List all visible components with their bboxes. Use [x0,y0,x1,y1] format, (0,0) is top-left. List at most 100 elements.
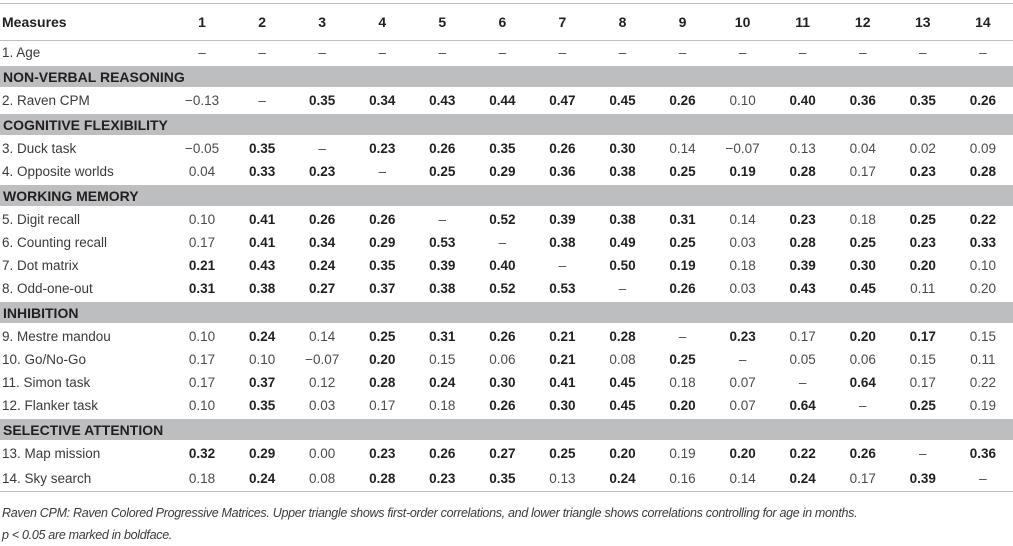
correlation-cell: – [558,45,567,60]
correlation-cell: – [318,45,326,60]
correlation-cell: 0.25 [669,352,696,367]
correlation-cell: 0.38 [549,235,576,250]
correlation-cell: 0.22 [789,446,816,461]
correlation-cell: 0.10 [188,329,216,344]
measure-label: 4. Opposite worlds [2,164,114,179]
correlation-cell: 0.28 [789,164,816,179]
correlation-cell: 0.39 [892,465,953,492]
correlation-cell: 0.06 [849,352,876,367]
correlation-cell: 0.17 [909,329,936,344]
correlation-cell: 0.43 [248,258,276,273]
correlation-cell: – [738,352,747,367]
correlation-cell: 0.20 [849,329,876,344]
correlation-cell: 0.11 [910,281,936,296]
correlation-cell: 0.10 [729,93,756,108]
correlation-cell: −0.07 [305,352,340,367]
correlation-cell: 0.25 [369,329,396,344]
correlation-cell: 0.34 [309,235,336,250]
correlation-cell: 0.17 [909,375,936,390]
correlation-cell: 0.06 [489,352,516,367]
table-row: 3. Duck task −0.05 0.35 – 0.23 0.26 0.35 0.26 0.… [0,136,1013,160]
correlation-cell: 0.15 [429,352,456,367]
correlation-cell: 0.36 [969,446,997,461]
correlation-cell: 0.13 [789,141,816,156]
footnote-line-1: Raven CPM: Raven Colored Progressive Mat… [2,506,858,520]
header-col-8: 8 [618,14,627,30]
correlation-cell: 0.52 [489,281,516,296]
correlation-cell: 0.17 [789,329,816,344]
table-row: 1. Age – – – – – – – – – – – – – – [0,41,1013,66]
correlation-cell: 0.45 [609,375,636,390]
correlation-cell: 0.25 [429,164,456,179]
correlation-cell: 0.24 [232,465,293,492]
correlation-cell: 0.29 [248,446,276,461]
correlation-cell: 0.05 [789,352,816,367]
correlation-table-figure: Measures 1 2 3 4 5 6 7 8 9 10 11 12 13 14 1. Age – – – – –… [0,3,1013,546]
correlation-cell: 0.24 [592,465,653,492]
correlation-cell: 0.17 [188,375,216,390]
correlation-cell: 0.27 [489,446,516,461]
header-col-6: 6 [498,14,507,30]
correlation-cell: 0.31 [669,212,696,227]
correlation-cell: 0.30 [549,398,576,413]
correlation-cell: 0.41 [248,212,276,227]
correlation-cell: 0.40 [789,93,816,108]
correlation-cell: 0.17 [832,465,893,492]
correlation-cell: 0.32 [188,446,216,461]
section-header-row: NON-VERBAL REASONING [0,64,1013,89]
correlation-cell: 0.37 [248,375,276,390]
correlation-cell: 0.45 [609,93,636,108]
correlation-cell: 0.47 [549,93,576,108]
correlation-cell: – [618,281,627,296]
correlation-cell: 0.22 [969,375,997,390]
correlation-cell: 0.22 [969,212,997,227]
table-body: 1. Age – – – – – – – – – – – – – – NON-VERBAL REASONING… [0,41,1013,492]
correlation-cell: 0.09 [969,141,997,156]
section-header-row: WORKING MEMORY [0,183,1013,208]
footnote-line-2: p < 0.05 are marked in boldface. [2,528,173,542]
correlation-cell: 0.30 [849,258,876,273]
correlation-cell: 0.35 [489,141,516,156]
correlation-cell: 0.17 [188,235,216,250]
correlation-table: Measures 1 2 3 4 5 6 7 8 9 10 11 12 13 14 1. Age – – – – –… [0,4,1013,492]
correlation-cell: 0.10 [188,212,216,227]
correlation-cell: 0.24 [309,258,336,273]
table-row: 14. Sky search 0.18 0.24 0.08 0.28 0.23 0.35 0.… [0,465,1013,492]
correlation-cell: 0.50 [609,258,636,273]
correlation-cell: – [798,375,807,390]
correlation-cell: 0.23 [789,212,816,227]
correlation-cell: 0.41 [248,235,276,250]
correlation-cell: 0.03 [729,281,756,296]
correlation-cell: 0.33 [969,235,997,250]
correlation-cell: – [318,141,326,156]
correlation-cell: 0.26 [489,329,516,344]
correlation-cell: 0.26 [549,141,576,156]
correlation-cell: 0.20 [729,446,756,461]
correlation-cell: 0.28 [352,465,413,492]
table-row: 13. Map mission 0.32 0.29 0.00 0.23 0.26 0.27 0… [0,441,1013,465]
table-row: 9. Mestre mandou 0.10 0.24 0.14 0.25 0.31 0.26… [0,324,1013,348]
correlation-cell: 0.35 [248,398,276,413]
correlation-cell: 0.43 [429,93,456,108]
correlation-cell: 0.34 [369,93,396,108]
correlation-cell: 0.07 [729,375,756,390]
measure-label: 7. Dot matrix [2,258,79,273]
correlation-cell: 0.64 [849,375,876,390]
correlation-cell: 0.19 [669,446,696,461]
measure-label: 2. Raven CPM [2,93,90,108]
measure-label: 14. Sky search [0,465,172,492]
section-header-row: SELECTIVE ATTENTION [0,417,1013,442]
correlation-cell: 0.14 [669,141,696,156]
correlation-cell: 0.13 [532,465,593,492]
correlation-cell: 0.27 [309,281,336,296]
correlation-cell: – [378,164,386,179]
correlation-cell: 0.20 [909,258,936,273]
section-label: COGNITIVE FLEXIBILITY [0,112,1013,137]
correlation-cell: 0.38 [248,281,276,296]
correlation-cell: 0.25 [669,235,696,250]
table-footnote: Raven CPM: Raven Colored Progressive Mat… [0,492,1013,546]
measure-label: 13. Map mission [2,446,101,461]
correlation-cell: 0.14 [712,465,773,492]
header-col-3: 3 [318,14,327,30]
correlation-cell: 0.28 [969,164,997,179]
